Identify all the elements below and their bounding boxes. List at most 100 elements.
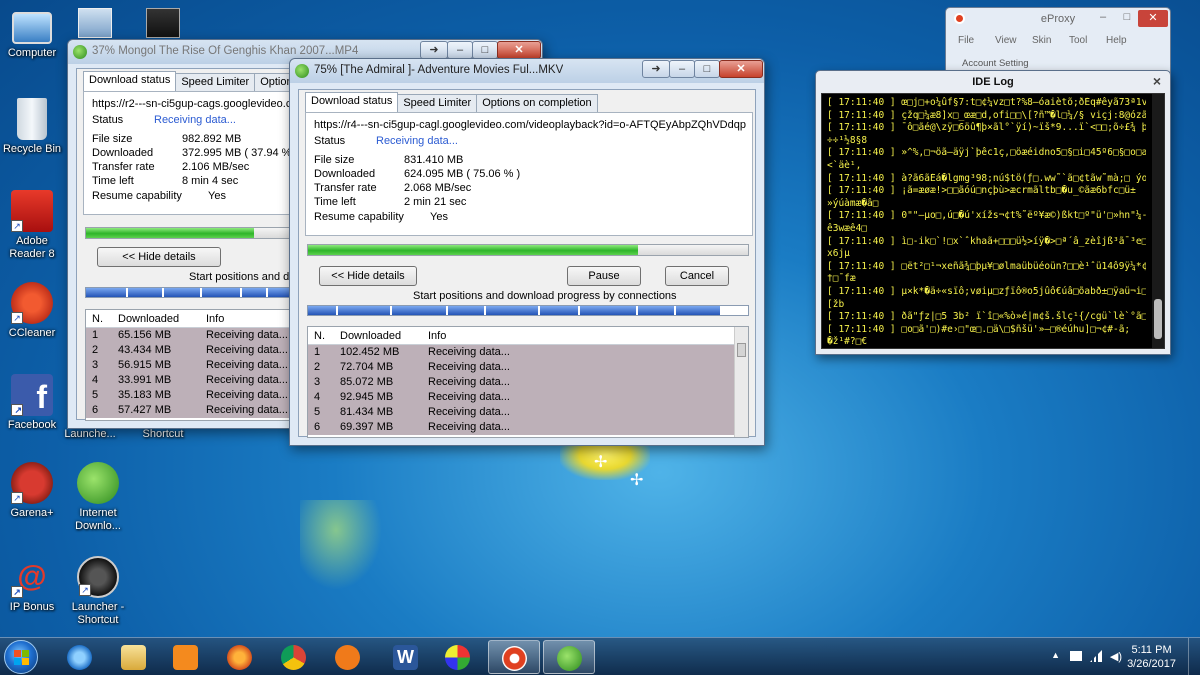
- desktop-icon-label: Internet Downlo...: [75, 507, 121, 532]
- desktop-icon-recycle-bin[interactable]: Recycle Bin: [0, 98, 68, 156]
- network-icon[interactable]: [1090, 650, 1102, 662]
- desktop-icon-facebook[interactable]: f ↗ Facebook: [0, 374, 68, 432]
- column-header-info[interactable]: Info: [428, 330, 446, 342]
- taskbar-uc-browser[interactable]: [322, 640, 374, 674]
- row-number: 2: [92, 344, 99, 356]
- row-number: 4: [314, 391, 321, 403]
- taskbar-media-player[interactable]: [160, 640, 212, 674]
- tab-download-status[interactable]: Download status: [305, 92, 399, 112]
- shortcut-arrow-icon: ↗: [11, 586, 23, 598]
- column-header-downloaded[interactable]: Downloaded: [340, 330, 401, 342]
- download-window-admiral[interactable]: 75% [The Admiral ]- Adventure Movies Ful…: [289, 58, 765, 446]
- desktop-icon-label: Launche...: [64, 428, 116, 440]
- minimize-button[interactable]: –: [447, 41, 473, 59]
- file-size-label: File size: [314, 154, 355, 166]
- clock[interactable]: 5:11 PM 3/26/2017: [1127, 643, 1176, 671]
- close-icon[interactable]: ×: [1150, 74, 1164, 88]
- desktop-icon-adobe-reader[interactable]: ↗ Adobe Reader 8: [0, 190, 68, 261]
- scrollbar-thumb[interactable]: [1154, 299, 1162, 339]
- hide-details-button[interactable]: << Hide details: [319, 266, 417, 286]
- minimize-to-tray-button[interactable]: ➜: [420, 41, 448, 59]
- row-downloaded: 35.183 MB: [118, 389, 172, 401]
- log-lines: [ 17:11:40 ] œ□j□+o¼ûf§7:t□¢¼vz□t?%8—óai…: [827, 97, 1146, 348]
- flag-icon[interactable]: [1070, 651, 1082, 661]
- taskbar-eproxy[interactable]: [488, 640, 540, 674]
- taskbar-chrome[interactable]: [268, 640, 320, 674]
- ide-log-window[interactable]: IDE Log × [ 17:11:40 ] œ□j□+o¼ûf§7:t□¢¼v…: [815, 70, 1171, 355]
- eproxy-maximize-button[interactable]: □: [1116, 11, 1138, 26]
- show-desktop-button[interactable]: [1188, 638, 1200, 675]
- desktop-icon-internet-download-manager[interactable]: Internet Downlo...: [62, 462, 134, 533]
- minimize-button[interactable]: –: [669, 60, 695, 78]
- tab-speed-limiter[interactable]: Speed Limiter: [397, 94, 478, 112]
- column-header-n[interactable]: N.: [92, 313, 103, 325]
- maximize-button[interactable]: □: [472, 41, 498, 59]
- table-scrollbar[interactable]: [734, 327, 748, 437]
- desktop-icon-partial-top-2[interactable]: [146, 8, 180, 38]
- tab-speed-limiter[interactable]: Speed Limiter: [175, 73, 256, 91]
- taskbar-windows-explorer[interactable]: [108, 640, 160, 674]
- column-header-info[interactable]: Info: [206, 313, 224, 325]
- log-scrollbar[interactable]: [1152, 94, 1164, 348]
- row-number: 5: [314, 406, 321, 418]
- row-number: 3: [92, 359, 99, 371]
- column-header-downloaded[interactable]: Downloaded: [118, 313, 179, 325]
- cancel-button[interactable]: Cancel: [665, 266, 729, 286]
- uc-browser-icon: [335, 645, 360, 670]
- taskbar-word[interactable]: W: [380, 640, 432, 674]
- connection-segment: [580, 306, 638, 315]
- eproxy-minimize-button[interactable]: –: [1092, 11, 1114, 26]
- desktop-icon-garena[interactable]: ↗ Garena+: [0, 462, 68, 520]
- transfer-rate-label: Transfer rate: [314, 182, 377, 194]
- desktop-icon-launcher-shortcut[interactable]: ↗ Launcher - Shortcut: [62, 556, 134, 627]
- close-button[interactable]: ✕: [719, 60, 763, 78]
- computer-icon: [12, 12, 52, 44]
- table-row[interactable]: 1 102.452 MB Receiving data...: [308, 345, 748, 360]
- eproxy-window[interactable]: eProxy – □ ✕ File View Skin Tool Help Ac…: [945, 7, 1171, 75]
- show-hidden-icons[interactable]: ▲: [1051, 650, 1060, 660]
- table-row[interactable]: 2 72.704 MB Receiving data...: [308, 360, 748, 375]
- account-setting-link[interactable]: Account Setting: [962, 58, 1029, 69]
- desktop-icon-label: IP Bonus: [9, 601, 55, 613]
- tab-download-status[interactable]: Download status: [83, 71, 177, 91]
- close-button[interactable]: ✕: [497, 41, 541, 59]
- menu-skin[interactable]: Skin: [1032, 35, 1069, 46]
- table-row[interactable]: 4 92.945 MB Receiving data...: [308, 390, 748, 405]
- sparkle-icon: ✢: [594, 454, 608, 471]
- menu-view[interactable]: View: [995, 35, 1032, 46]
- chrome-icon: [281, 645, 306, 670]
- menu-tool[interactable]: Tool: [1069, 35, 1106, 46]
- table-row[interactable]: 3 85.072 MB Receiving data...: [308, 375, 748, 390]
- taskbar-paint[interactable]: [432, 640, 484, 674]
- volume-icon[interactable]: ◀): [1110, 650, 1122, 663]
- desktop-icon-partial-top-1[interactable]: [78, 8, 112, 38]
- desktop-icon-shortcut-partial[interactable]: Shortcut: [130, 428, 196, 441]
- row-downloaded: 102.452 MB: [340, 346, 400, 358]
- taskbar-internet-download-manager[interactable]: [543, 640, 595, 674]
- menu-help[interactable]: Help: [1106, 35, 1143, 46]
- shortcut-arrow-icon: ↗: [11, 312, 23, 324]
- desktop-icon-launcher-partial[interactable]: Launche...: [60, 428, 120, 441]
- log-line: [ 17:11:40 ] ¡ã=æøæ!>□□ãóú□nçþù>æcrmãltb…: [827, 185, 1136, 197]
- desktop-icon-computer[interactable]: Computer: [0, 8, 68, 60]
- desktop-icon-ip-bonus[interactable]: @ ↗ IP Bonus: [0, 556, 68, 614]
- window-titlebar[interactable]: 75% [The Admiral ]- Adventure Movies Ful…: [290, 59, 764, 83]
- table-row[interactable]: 6 69.397 MB Receiving data...: [308, 420, 748, 435]
- tab-options-on-completion[interactable]: Options on completion: [476, 94, 598, 112]
- hide-details-button[interactable]: << Hide details: [97, 247, 221, 267]
- desktop-icon-label: Adobe Reader 8: [9, 235, 55, 260]
- column-header-n[interactable]: N.: [314, 330, 325, 342]
- start-button[interactable]: [4, 640, 38, 674]
- desktop-icon-ccleaner[interactable]: ↗ CCleaner: [0, 282, 68, 340]
- table-row[interactable]: 5 81.434 MB Receiving data...: [308, 405, 748, 420]
- taskbar-internet-explorer[interactable]: [54, 640, 106, 674]
- row-info: Receiving data...: [206, 374, 288, 386]
- minimize-to-tray-button[interactable]: ➜: [642, 60, 670, 78]
- eproxy-close-button[interactable]: ✕: [1138, 10, 1168, 27]
- pause-button[interactable]: Pause: [567, 266, 641, 286]
- scrollbar-thumb[interactable]: [737, 343, 746, 357]
- menu-file[interactable]: File: [958, 35, 995, 46]
- window-title: 37% Mongol The Rise Of Genghis Khan 2007…: [92, 45, 359, 57]
- maximize-button[interactable]: □: [694, 60, 720, 78]
- taskbar-firefox[interactable]: [214, 640, 266, 674]
